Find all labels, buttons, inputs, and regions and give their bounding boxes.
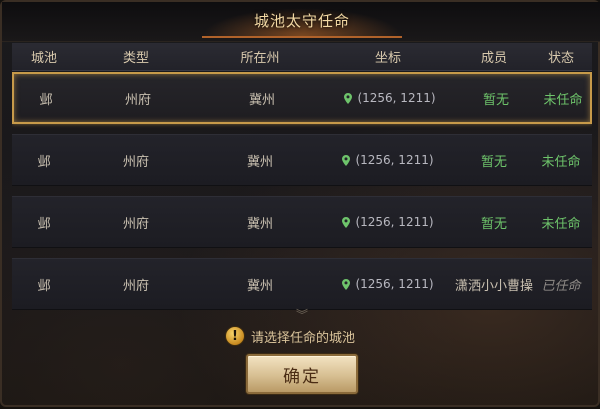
column-header-status: 状态 xyxy=(547,51,574,66)
city-name: 邺 xyxy=(39,92,53,108)
city-state: 冀州 xyxy=(246,154,273,170)
city-coordinates[interactable]: (1256, 1211) xyxy=(324,259,452,309)
city-state: 冀州 xyxy=(246,278,273,294)
coordinate-text: (1256, 1211) xyxy=(357,91,436,105)
column-header-city: 城池 xyxy=(30,51,57,66)
member-name: 暂无 xyxy=(482,92,509,108)
city-type: 州府 xyxy=(124,92,151,108)
column-header-member: 成员 xyxy=(480,51,507,66)
table-row[interactable]: 邺 州府 冀州 (1256, 1211) 暂无 未任命 xyxy=(12,134,592,186)
status-text: 已任命 xyxy=(541,278,581,294)
status-text: 未任命 xyxy=(543,92,583,108)
confirm-button[interactable]: 确定 xyxy=(246,354,358,394)
city-coordinates[interactable]: (1256, 1211) xyxy=(324,135,452,185)
notice-text: 请选择任命的城池 xyxy=(251,330,356,346)
map-pin-icon xyxy=(342,154,351,166)
city-coordinates[interactable]: (1256, 1211) xyxy=(324,197,452,247)
city-name: 邺 xyxy=(37,216,51,232)
column-header-state: 所在州 xyxy=(240,51,280,66)
appoint-governor-panel: 城池太守任命 城池 类型 所在州 坐标 成员 状态 邺 州府 冀州 (1256,… xyxy=(0,0,600,407)
city-type: 州府 xyxy=(122,278,149,294)
title-bar: 城池太守任命 xyxy=(2,2,600,42)
map-pin-icon xyxy=(342,216,351,228)
status-text: 未任命 xyxy=(541,216,581,232)
map-pin-icon xyxy=(342,278,351,290)
member-name: 暂无 xyxy=(480,216,507,232)
city-state: 冀州 xyxy=(248,92,275,108)
city-coordinates[interactable]: (1256, 1211) xyxy=(326,74,454,122)
table-row[interactable]: 邺 州府 冀州 (1256, 1211) 暂无 未任命 xyxy=(12,72,592,124)
city-list[interactable]: 邺 州府 冀州 (1256, 1211) 暂无 未任命 邺 州府 冀州 (125… xyxy=(12,72,592,320)
coordinate-text: (1256, 1211) xyxy=(355,153,434,167)
column-header-coordinates: 坐标 xyxy=(374,51,401,66)
table-row[interactable]: 邺 州府 冀州 (1256, 1211) 潇洒小小曹操 已任命 xyxy=(12,258,592,310)
map-pin-icon xyxy=(344,92,353,104)
coordinate-text: (1256, 1211) xyxy=(355,215,434,229)
city-type: 州府 xyxy=(122,216,149,232)
footer: ! 请选择任命的城池 确定 xyxy=(2,320,600,409)
city-name: 邺 xyxy=(37,154,51,170)
city-type: 州府 xyxy=(122,154,149,170)
panel-title: 城池太守任命 xyxy=(253,12,350,30)
coordinate-text: (1256, 1211) xyxy=(355,277,434,291)
status-text: 未任命 xyxy=(541,154,581,170)
member-name: 潇洒小小曹操 xyxy=(454,278,533,294)
city-name: 邺 xyxy=(37,278,51,294)
column-header-type: 类型 xyxy=(122,51,149,66)
table-header: 城池 类型 所在州 坐标 成员 状态 xyxy=(12,43,592,71)
notice-message: ! 请选择任命的城池 xyxy=(225,324,355,348)
city-state: 冀州 xyxy=(246,216,273,232)
member-name: 暂无 xyxy=(480,154,507,170)
exclamation-circle-icon: ! xyxy=(225,326,245,346)
table-row[interactable]: 邺 州府 冀州 (1256, 1211) 暂无 未任命 xyxy=(12,196,592,248)
